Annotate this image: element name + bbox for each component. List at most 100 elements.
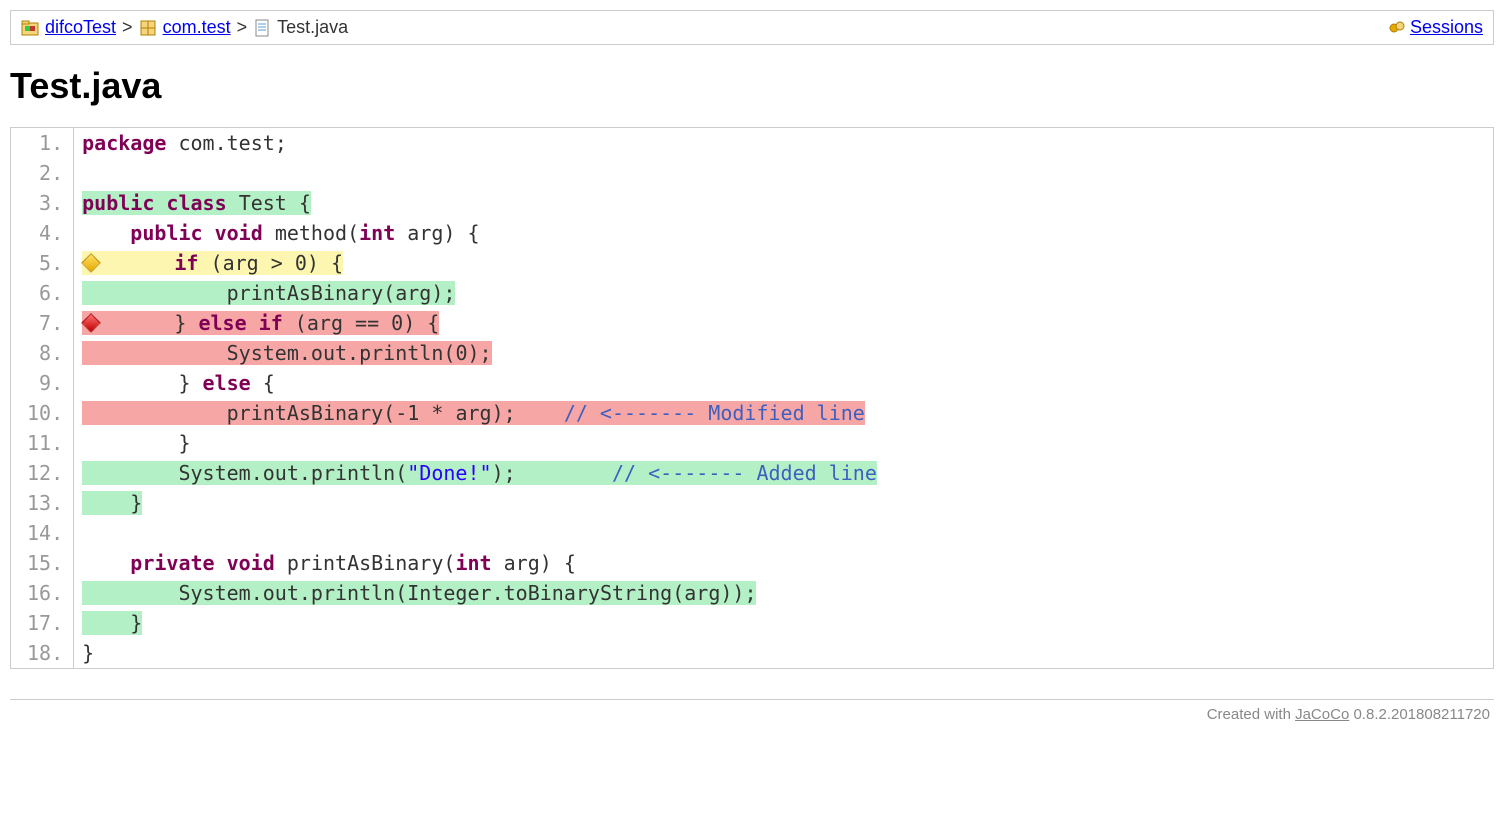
code-line: package com.test; — [82, 128, 1485, 158]
token-punct — [247, 311, 259, 335]
token-punct: . — [251, 581, 263, 605]
token-name: printAsBinary — [227, 401, 384, 425]
breadcrumb-right: Sessions — [1388, 17, 1483, 38]
code-line: System.out.println("Done!"); // <-------… — [82, 458, 1485, 488]
token-punct: . — [299, 461, 311, 485]
token-keyword: if — [174, 251, 198, 275]
token-punct — [215, 551, 227, 575]
footer-version: 0.8.2.201808211720 — [1349, 706, 1490, 723]
breadcrumb-project-link[interactable]: difcoTest — [45, 17, 116, 38]
token-punct: )); — [720, 581, 756, 605]
sessions-link[interactable]: Sessions — [1410, 17, 1483, 38]
token-keyword: else — [203, 371, 251, 395]
token-name: arg — [684, 581, 720, 605]
code-line: } else { — [82, 368, 1485, 398]
breadcrumb-separator: > — [237, 17, 248, 38]
code-line: printAsBinary(arg); — [82, 278, 1485, 308]
code-line-content: } — [82, 641, 94, 665]
code-line-content: printAsBinary(-1 * arg); // <------- Mod… — [82, 401, 865, 425]
token-punct — [263, 221, 275, 245]
line-number: 16. — [27, 578, 63, 608]
no-coverage-diamond-icon — [81, 313, 101, 333]
token-name: arg — [455, 401, 491, 425]
footer-jacoco-link[interactable]: JaCoCo — [1295, 706, 1349, 723]
token-name: arg — [223, 251, 259, 275]
token-punct: . — [215, 131, 227, 155]
token-num: 0 — [295, 251, 307, 275]
token-punct — [82, 461, 178, 485]
token-num: 0 — [455, 341, 467, 365]
token-name: out — [263, 461, 299, 485]
line-number: 14. — [27, 518, 63, 548]
code-content: package com.test; public class Test { pub… — [74, 128, 1493, 668]
token-punct: ( — [395, 461, 407, 485]
line-number: 12. — [27, 458, 63, 488]
token-num: 0 — [391, 311, 403, 335]
code-line: } — [82, 488, 1485, 518]
line-number: 1. — [27, 128, 63, 158]
token-comment: // <------- Modified line — [564, 401, 865, 425]
footer-prefix: Created with — [1207, 706, 1295, 723]
line-number: 11. — [27, 428, 63, 458]
token-name: toBinaryString — [504, 581, 673, 605]
line-number: 4. — [27, 218, 63, 248]
breadcrumb-left: difcoTest > com.test > Test.java — [21, 17, 348, 38]
token-punct — [275, 551, 287, 575]
line-number: 2. — [27, 158, 63, 188]
token-punct: { — [287, 191, 311, 215]
token-punct: ( — [395, 581, 407, 605]
token-name: arg — [504, 551, 540, 575]
code-line — [82, 158, 1485, 188]
code-line-content: } else { — [82, 371, 275, 395]
code-line: } else if (arg == 0) { — [82, 308, 1485, 338]
token-punct: ( — [347, 221, 359, 245]
token-string: "Done!" — [407, 461, 491, 485]
token-keyword: public — [82, 191, 154, 215]
token-punct: ) { — [403, 311, 439, 335]
token-punct: * — [419, 401, 455, 425]
token-punct: > — [259, 251, 295, 275]
token-keyword: void — [215, 221, 263, 245]
file-icon — [253, 19, 271, 37]
code-line: printAsBinary(-1 * arg); // <------- Mod… — [82, 398, 1485, 428]
line-number-gutter: 1.2.3.4.5.6.7.8.9.10.11.12.13.14.15.16.1… — [11, 128, 74, 668]
footer-separator — [10, 699, 1494, 700]
token-punct: } — [82, 641, 94, 665]
token-punct — [166, 131, 178, 155]
token-name: Test — [239, 191, 287, 215]
token-punct — [82, 401, 227, 425]
token-punct: . — [492, 581, 504, 605]
partial-coverage-diamond-icon — [81, 253, 101, 273]
code-line-content: package com.test; — [82, 131, 287, 155]
project-folder-icon — [21, 19, 39, 37]
line-number: 17. — [27, 608, 63, 638]
token-name: System — [178, 581, 250, 605]
code-line: public class Test { — [82, 188, 1485, 218]
breadcrumb-bar: difcoTest > com.test > Test.java Session… — [10, 10, 1494, 45]
token-punct — [82, 551, 130, 575]
token-punct: ( — [198, 251, 222, 275]
token-punct — [102, 251, 174, 275]
breadcrumb-package-link[interactable]: com.test — [163, 17, 231, 38]
token-punct: ); — [492, 401, 564, 425]
token-name: test — [227, 131, 275, 155]
code-line: System.out.println(Integer.toBinaryStrin… — [82, 578, 1485, 608]
token-punct: ) { — [307, 251, 343, 275]
token-punct: . — [299, 341, 311, 365]
code-line-content: printAsBinary(arg); — [82, 281, 455, 305]
token-punct: } — [82, 491, 142, 515]
code-line: public void method(int arg) { — [82, 218, 1485, 248]
token-name: println — [311, 461, 395, 485]
line-number: 7. — [27, 308, 63, 338]
token-punct — [82, 341, 227, 365]
code-line-content: } — [82, 491, 142, 515]
token-punct: } — [82, 611, 142, 635]
token-punct: ; — [275, 131, 287, 155]
line-number: 13. — [27, 488, 63, 518]
line-number: 5. — [27, 248, 63, 278]
code-line: private void printAsBinary(int arg) { — [82, 548, 1485, 578]
token-punct: } — [82, 371, 202, 395]
token-name: System — [178, 461, 250, 485]
sessions-gear-icon — [1388, 19, 1406, 37]
line-number: 15. — [27, 548, 63, 578]
